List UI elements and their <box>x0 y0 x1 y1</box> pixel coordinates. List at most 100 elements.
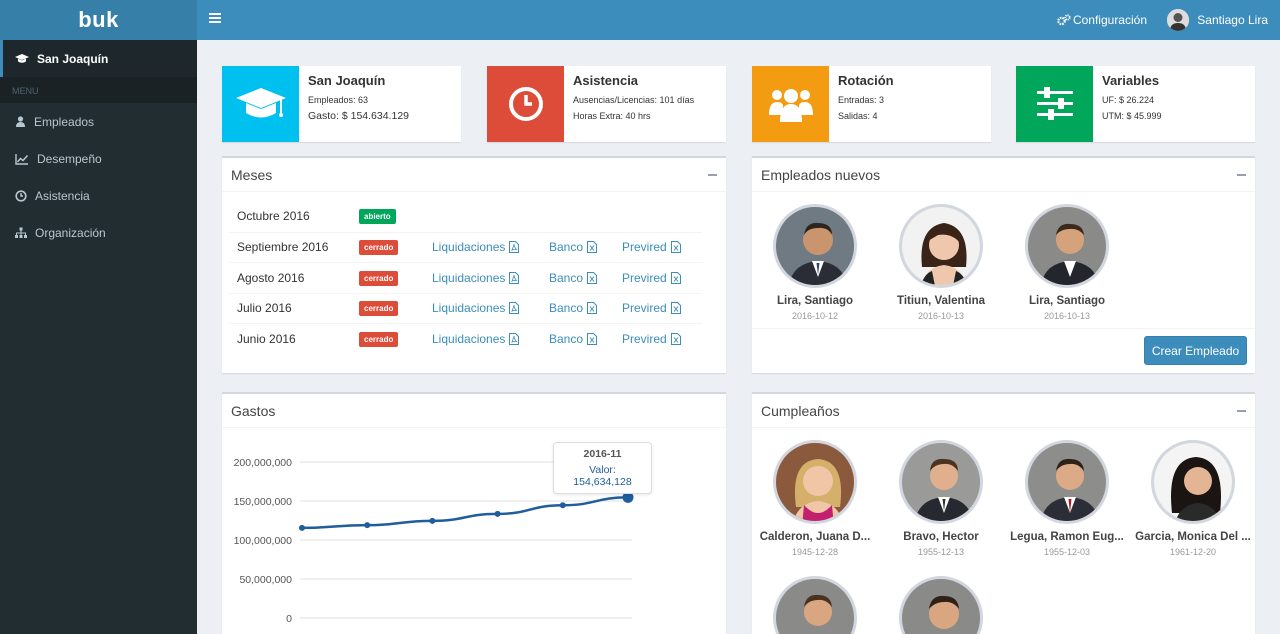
birthday-card[interactable]: Calderon, Juana D... 1945-12-28 <box>752 440 878 557</box>
collapse-icon[interactable] <box>1237 409 1246 412</box>
menu-toggle-icon[interactable] <box>209 13 221 25</box>
collapse-icon[interactable] <box>708 173 717 176</box>
excel-file-icon <box>587 302 598 315</box>
employee-date: 2016-10-13 <box>1043 311 1091 321</box>
configuration-label: Configuración <box>1072 13 1147 27</box>
person-birthdate: 1945-12-28 <box>791 547 839 557</box>
link-label: Previred <box>622 240 667 255</box>
sidebar-item-desempeno[interactable]: Desempeño <box>0 140 197 177</box>
avatar <box>773 576 857 634</box>
table-row: Agosto 2016 cerrado Liquidaciones Banco … <box>229 262 702 293</box>
previred-link[interactable]: Previred <box>622 240 692 254</box>
status-badge: cerrado <box>359 331 399 347</box>
employee-name: Lira, Santiago <box>1028 295 1106 307</box>
box-footer <box>752 328 1255 329</box>
crear-empleado-button[interactable]: Crear Empleado <box>1144 336 1247 365</box>
configuration-link[interactable]: Configuración <box>1057 0 1147 40</box>
sidebar-item-label: San Joaquín <box>37 51 109 66</box>
banco-link[interactable]: Banco <box>549 301 622 315</box>
birthday-card[interactable] <box>752 576 878 634</box>
user-icon <box>16 115 25 127</box>
pdf-file-icon <box>509 332 520 345</box>
birthday-card[interactable]: Bravo, Hector 1955-12-13 <box>878 440 1004 557</box>
sidebar-item-empleados[interactable]: Empleados <box>0 103 197 140</box>
sidebar-item-san-joaquin[interactable]: San Joaquín <box>0 40 197 77</box>
data-point[interactable] <box>559 502 566 509</box>
info-box-line: Entradas: 3 <box>838 95 885 105</box>
employee-name: Titiun, Valentina <box>897 295 985 307</box>
excel-file-icon <box>670 302 681 315</box>
avatar <box>773 204 857 288</box>
link-label: Banco <box>549 331 584 346</box>
previred-link[interactable]: Previred <box>622 332 692 346</box>
status-badge: abierto <box>359 209 396 225</box>
y-tick-label: 200,000,000 <box>234 457 293 469</box>
y-tick-label: 50,000,000 <box>239 574 292 586</box>
liquidaciones-link[interactable]: Liquidaciones <box>432 240 549 254</box>
employee-card[interactable]: Titiun, Valentina 2016-10-13 <box>878 204 1004 321</box>
collapse-icon[interactable] <box>1237 173 1246 176</box>
data-point[interactable] <box>429 517 436 524</box>
box-title: Meses <box>231 166 273 183</box>
birthday-card[interactable]: Legua, Ramon Eug... 1955-12-03 <box>1004 440 1130 557</box>
pdf-file-icon <box>509 302 520 315</box>
birthday-card[interactable] <box>878 576 1004 634</box>
tooltip-value: Valor: 154,634,128 <box>573 464 632 488</box>
data-point[interactable] <box>494 510 501 517</box>
cumpleanos-box: Cumpleaños Calderon, Juana D... 1945-12-… <box>752 392 1255 634</box>
table-row: Octubre 2016 abierto <box>229 201 702 232</box>
month-label: Octubre 2016 <box>237 209 310 224</box>
person-birthdate: 1955-12-13 <box>917 547 965 557</box>
month-label: Julio 2016 <box>237 301 292 316</box>
link-label: Banco <box>549 240 584 255</box>
info-box-rotacion: Rotación Entradas: 3 Salidas: 4 <box>752 66 991 142</box>
sidebar-item-label: Organización <box>35 225 106 240</box>
status-badge: cerrado <box>359 240 399 256</box>
link-label: Liquidaciones <box>432 301 506 316</box>
liquidaciones-link[interactable]: Liquidaciones <box>432 332 549 346</box>
gastos-box: Gastos 200,000,000 150,000,000 100,000,000… <box>222 392 726 634</box>
banco-link[interactable]: Banco <box>549 332 622 346</box>
avatar <box>1025 204 1109 288</box>
info-box-san-joaquin: San Joaquín Empleados: 63 Gasto: $ 154.6… <box>222 66 461 142</box>
data-point[interactable] <box>299 524 305 531</box>
info-box-line: Gasto: $ 154.634.129 <box>308 110 409 122</box>
series-line <box>301 496 629 530</box>
employee-card[interactable]: Lira, Santiago 2016-10-12 <box>752 204 878 321</box>
sitemap-icon <box>15 227 27 238</box>
table-row: Julio 2016 cerrado Liquidaciones Banco P… <box>229 292 702 324</box>
sidebar-item-asistencia[interactable]: Asistencia <box>0 177 197 214</box>
info-box-line: Empleados: 63 <box>308 95 369 105</box>
link-label: Banco <box>549 270 584 285</box>
app-logo[interactable]: buk <box>0 0 197 40</box>
liquidaciones-link[interactable]: Liquidaciones <box>432 271 549 285</box>
sidebar-item-organizacion[interactable]: Organización <box>0 214 197 251</box>
y-tick-label: 150,000,000 <box>234 496 293 508</box>
data-point[interactable] <box>364 522 371 529</box>
employee-card[interactable]: Lira, Santiago 2016-10-13 <box>1004 204 1130 321</box>
person-birthdate: 1961-12-20 <box>1169 547 1217 557</box>
info-box-line: UTM: $ 45.999 <box>1102 111 1162 121</box>
sidebar-menu-header: MENU <box>0 77 197 103</box>
user-menu[interactable]: Santiago Lira <box>1167 0 1268 40</box>
liquidaciones-link[interactable]: Liquidaciones <box>432 301 549 315</box>
previred-link[interactable]: Previred <box>622 271 692 285</box>
y-tick-label: 100,000,000 <box>234 535 293 547</box>
banco-link[interactable]: Banco <box>549 240 622 254</box>
pdf-file-icon <box>509 271 520 284</box>
birthday-card[interactable]: Garcia, Monica Del ... 1961-12-20 <box>1130 440 1256 557</box>
banco-link[interactable]: Banco <box>549 271 622 285</box>
previred-link[interactable]: Previred <box>622 301 692 315</box>
status-badge: cerrado <box>359 270 399 286</box>
excel-file-icon <box>587 241 598 254</box>
person-name: Garcia, Monica Del ... <box>1135 531 1251 543</box>
info-box-title: Rotación <box>838 73 894 88</box>
link-label: Banco <box>549 301 584 316</box>
info-box-icon <box>1016 66 1093 142</box>
empleados-nuevos-box: Empleados nuevos Lira, Santiago 2016-10-… <box>752 156 1255 373</box>
person-birthdate: 1955-12-03 <box>1043 547 1091 557</box>
box-title: Empleados nuevos <box>761 166 881 183</box>
info-box-title: Asistencia <box>573 73 639 88</box>
pdf-file-icon <box>509 241 520 254</box>
avatar <box>1151 440 1235 524</box>
